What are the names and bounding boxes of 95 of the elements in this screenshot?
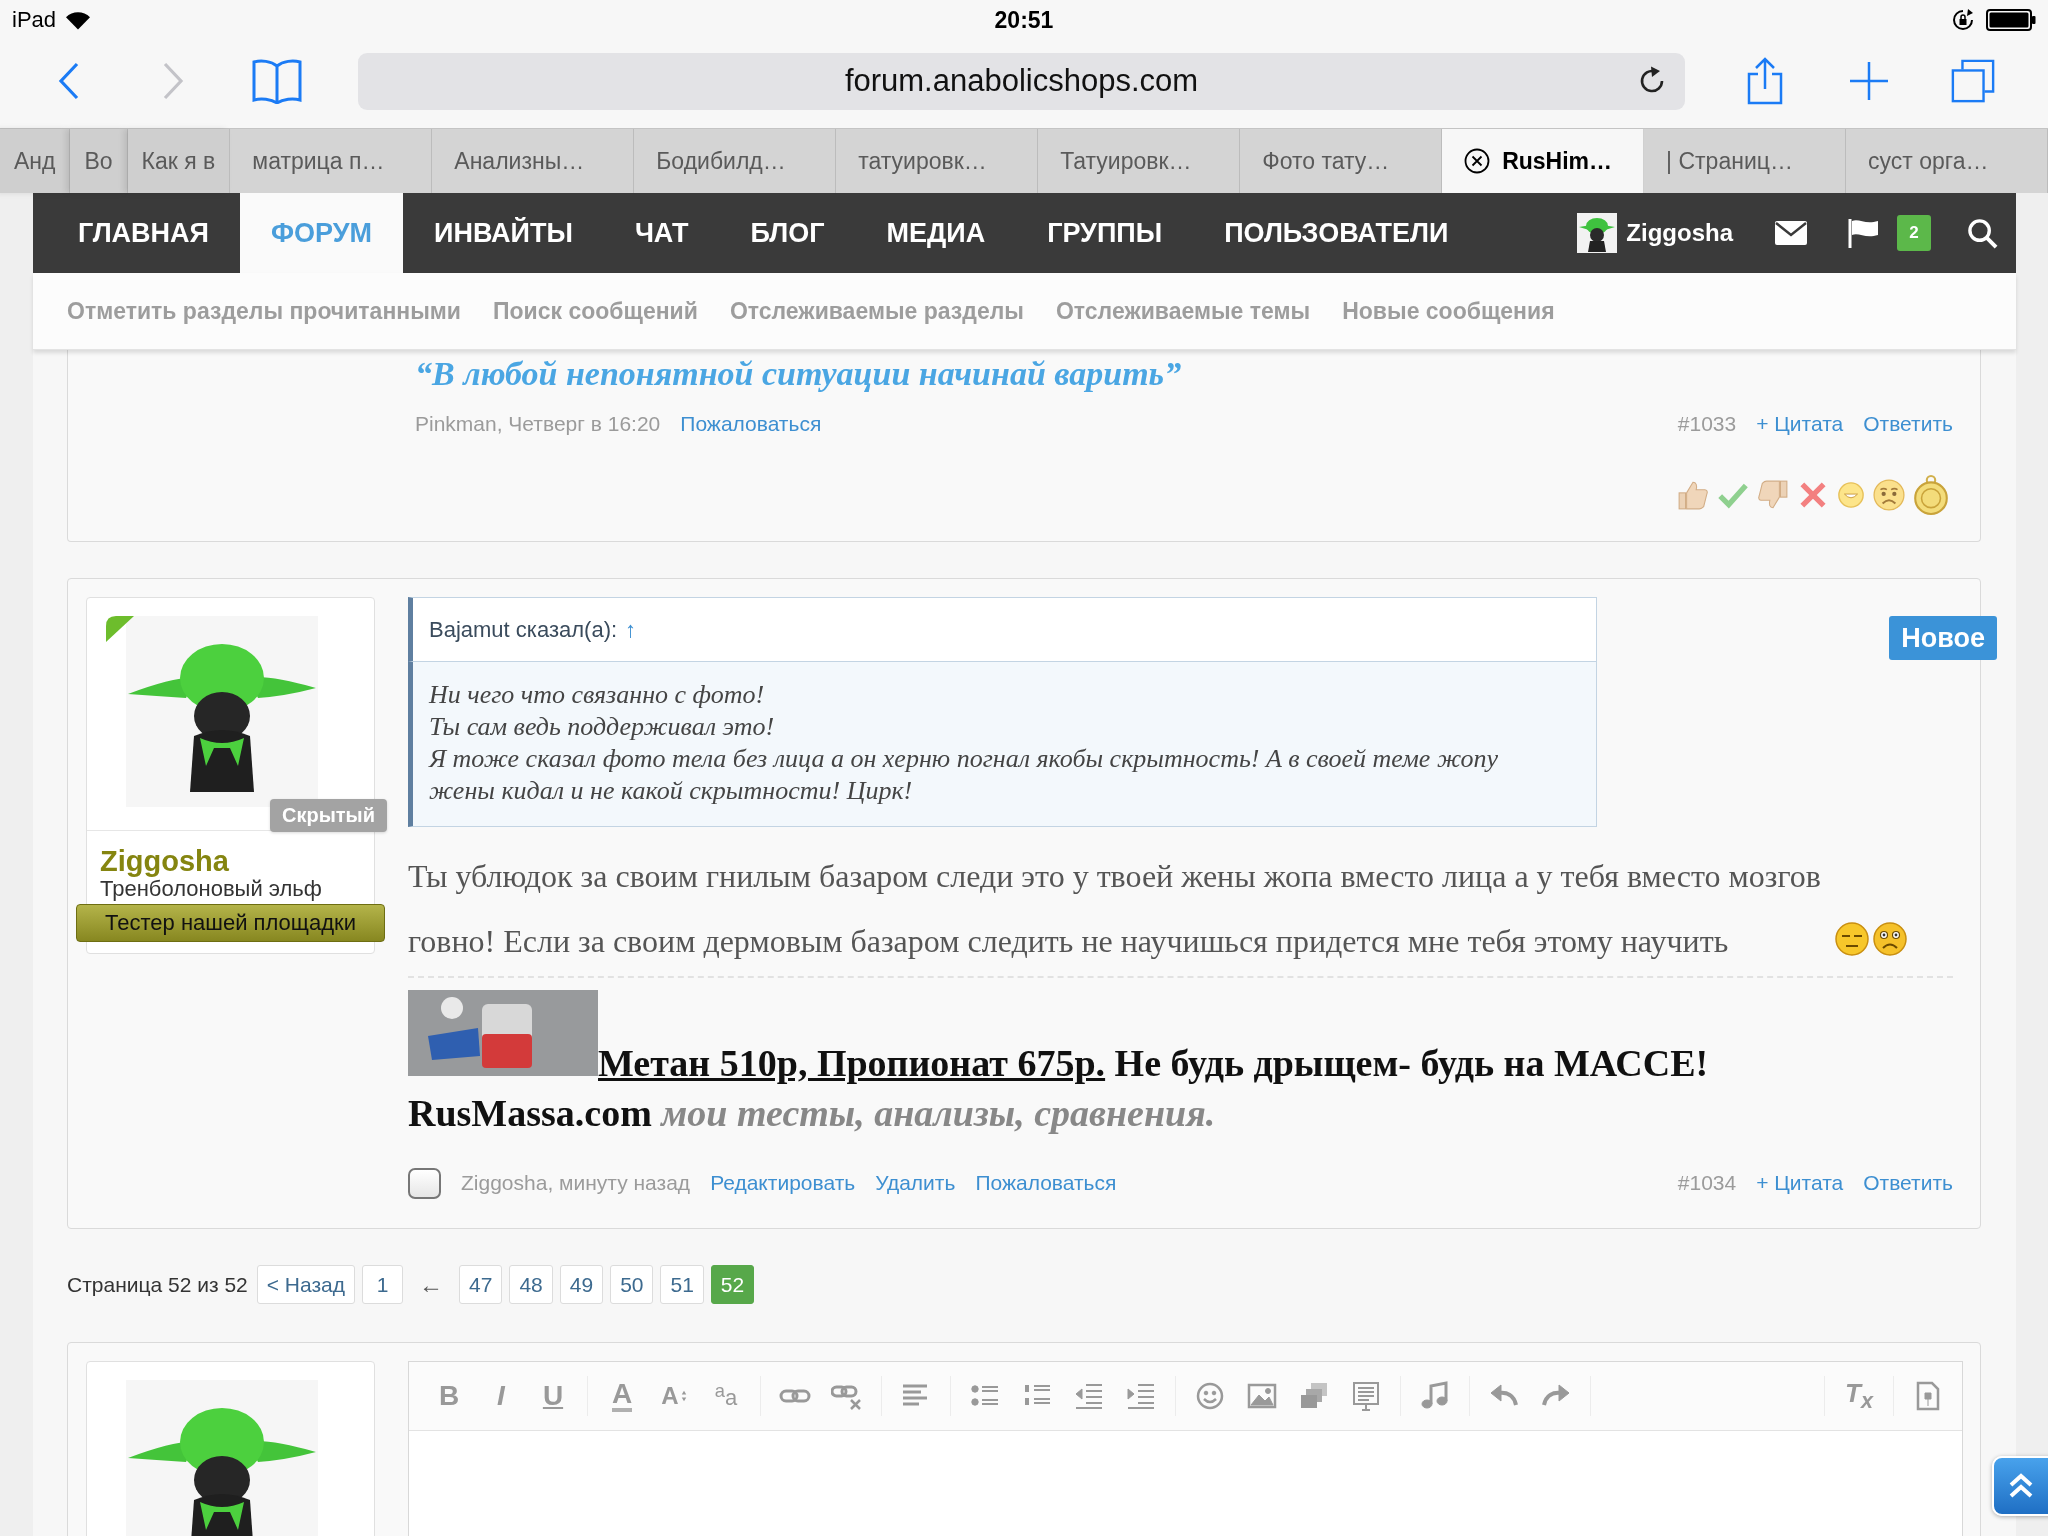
font-size-button[interactable]: A <box>654 1376 694 1416</box>
back-icon[interactable] <box>57 61 81 101</box>
hidden-status-badge: Скрытый <box>270 799 387 832</box>
share-icon[interactable] <box>1745 56 1785 106</box>
italic-button[interactable]: I <box>481 1376 521 1416</box>
nav-tab[interactable]: ГЛАВНАЯ <box>47 193 240 273</box>
nav-tab[interactable]: ФОРУМ <box>240 193 403 273</box>
post-link[interactable]: Пожаловаться <box>975 1171 1117 1195</box>
bookmarks-book-icon[interactable] <box>251 58 303 104</box>
browser-tab[interactable]: Как я в <box>127 129 231 193</box>
frowning-smiley-icon <box>1872 920 1908 956</box>
page-button[interactable]: 48 <box>509 1265 553 1304</box>
dog-avatar-drawing[interactable] <box>126 616 318 807</box>
document-lines-icon[interactable] <box>1350 1380 1382 1412</box>
subnav-link[interactable]: Поиск сообщений <box>493 297 698 325</box>
post-link[interactable]: Удалить <box>875 1171 956 1195</box>
subnav-link[interactable]: Отслеживаемые темы <box>1055 297 1311 325</box>
signature-site: RusMassa.com <box>408 1092 652 1134</box>
smiley-icon[interactable] <box>1194 1380 1226 1412</box>
signature-slogan: Не будь дрыщем- будь на МАССЕ! <box>1114 1042 1709 1084</box>
medal-icon[interactable] <box>1913 475 1949 515</box>
search-icon[interactable] <box>1967 217 1998 249</box>
tabs-overview-icon[interactable] <box>1950 58 1996 104</box>
rotation-lock-icon <box>1952 9 1974 31</box>
signature-quote: “В любой непонятной ситуации начинай варить” <box>415 354 1183 394</box>
post-action-link[interactable]: Ответить <box>1863 1171 1953 1195</box>
banner-image-placeholder[interactable] <box>408 990 598 1076</box>
page-indicator: Страница 52 из 52 <box>67 1272 248 1297</box>
user-title: Тренболоновый эльф <box>100 876 323 902</box>
subnav-link[interactable]: Новые сообщения <box>1342 297 1555 325</box>
nav-tab[interactable]: ПОЛЬЗОВАТЕЛИ <box>1193 193 1480 273</box>
page-button[interactable]: 50 <box>610 1265 654 1304</box>
username-link[interactable]: Ziggosha <box>1626 219 1733 247</box>
signature-link[interactable]: Метан 510р, Пропионат 675р. <box>598 1042 1106 1084</box>
thumbs-down-icon[interactable] <box>1757 479 1789 511</box>
address-bar[interactable]: forum.anabolicshops.com <box>358 52 1685 110</box>
bold-button[interactable]: B <box>429 1376 469 1416</box>
quote-text: Я тоже сказал фото тела без лица а он херню погнал якобы скрытность! А в своей теме жопу жены кидал и не какой скрытности! Цирк! <box>429 743 1499 807</box>
subnav-link[interactable]: Отслеживаемые разделы <box>729 297 1024 325</box>
browser-tab[interactable]: Анд <box>0 129 71 193</box>
browser-tab[interactable]: Во <box>70 129 128 193</box>
page-button[interactable]: 49 <box>559 1265 604 1304</box>
font-color-button[interactable]: A <box>602 1376 642 1416</box>
quote-text: Ни чего что связанно с фото! <box>429 679 766 711</box>
quote-text: Ты сам ведь поддерживал это! <box>429 711 776 743</box>
thumbs-up-icon[interactable] <box>1677 479 1709 511</box>
post-author-date: Ziggosha, минуту назад <box>461 1171 691 1195</box>
browser-tab[interactable]: RusHim… <box>1442 129 1645 193</box>
alerts-count-badge[interactable]: 2 <box>1897 215 1931 251</box>
post-action-link[interactable]: + Цитата <box>1756 1171 1844 1195</box>
music-note-icon[interactable] <box>1419 1380 1451 1412</box>
nav-tab[interactable]: МЕДИА <box>855 193 1017 273</box>
flag-icon[interactable] <box>1847 218 1879 248</box>
device-name: iPad <box>12 7 57 33</box>
wifi-icon <box>65 10 92 30</box>
underline-button[interactable]: U <box>533 1376 573 1416</box>
clear-formatting-button[interactable]: T$_{x}$ <box>1839 1376 1879 1416</box>
page-button[interactable]: 1 <box>362 1265 404 1304</box>
post-message-text: Ты ублюдок за своим гнилым базаром следи это у твоей жены жопа вместо лица а у тебя вместо мозгов говно! Если за своим дермовым базаром следить не научишься придется мне тебя этому научить <box>408 857 1822 961</box>
page-button[interactable]: 52 <box>710 1265 755 1304</box>
post-action-link[interactable]: Ответить <box>1863 412 1953 436</box>
nav-tab[interactable]: ИНВАЙТЫ <box>403 193 604 273</box>
previous-page-button[interactable]: < Назад <box>256 1265 356 1304</box>
post-number-link[interactable]: #1034 <box>1677 1171 1737 1195</box>
select-checkbox[interactable] <box>408 1167 441 1199</box>
up-down-arrows-icon <box>680 1389 687 1403</box>
quote-author: Bajamut сказал(а): <box>429 616 618 643</box>
page-jump-arrow[interactable]: ← <box>419 1270 444 1299</box>
battery-icon <box>1986 9 2036 31</box>
new-tab-plus-icon[interactable] <box>1849 61 1889 101</box>
mail-icon[interactable] <box>1775 221 1807 245</box>
close-tab-icon[interactable] <box>1464 148 1491 174</box>
smiley-icon[interactable] <box>1837 481 1865 509</box>
clock-time: 20:51 <box>994 6 1054 34</box>
dog-thumbnail-drawing[interactable] <box>1577 213 1618 253</box>
new-post-badge: Новое <box>1889 616 1997 660</box>
page-button[interactable]: 51 <box>660 1265 704 1304</box>
user-rank-banner: Тестер нашей площадки <box>76 904 385 942</box>
subnav-link[interactable]: Отметить разделы прочитанными <box>67 297 461 325</box>
page-button[interactable]: 47 <box>459 1265 503 1304</box>
jump-to-quote-link[interactable]: ↑ <box>625 616 637 643</box>
sad-face-icon[interactable] <box>1873 479 1905 511</box>
post-author-date: Pinkman, Четверг в 16:20 <box>415 412 661 436</box>
nav-tab[interactable]: ГРУППЫ <box>1016 193 1194 273</box>
text-case-button[interactable]: $^{a}$a <box>706 1376 746 1416</box>
scroll-to-top-button[interactable] <box>1992 1456 2048 1516</box>
nav-tab[interactable]: БЛОГ <box>719 193 856 273</box>
post-link[interactable]: Пожаловаться <box>680 412 822 436</box>
post-link[interactable]: Редактировать <box>710 1171 856 1195</box>
username[interactable]: Ziggosha <box>100 846 374 876</box>
post-number-link[interactable]: #1033 <box>1677 412 1737 436</box>
signature-tagline: мои тесты, анализы, сравнения. <box>661 1092 1216 1134</box>
nav-tab[interactable]: ЧАТ <box>603 193 720 273</box>
squinting-smiley-icon <box>1834 920 1870 956</box>
post-action-link[interactable]: + Цитата <box>1756 412 1844 436</box>
